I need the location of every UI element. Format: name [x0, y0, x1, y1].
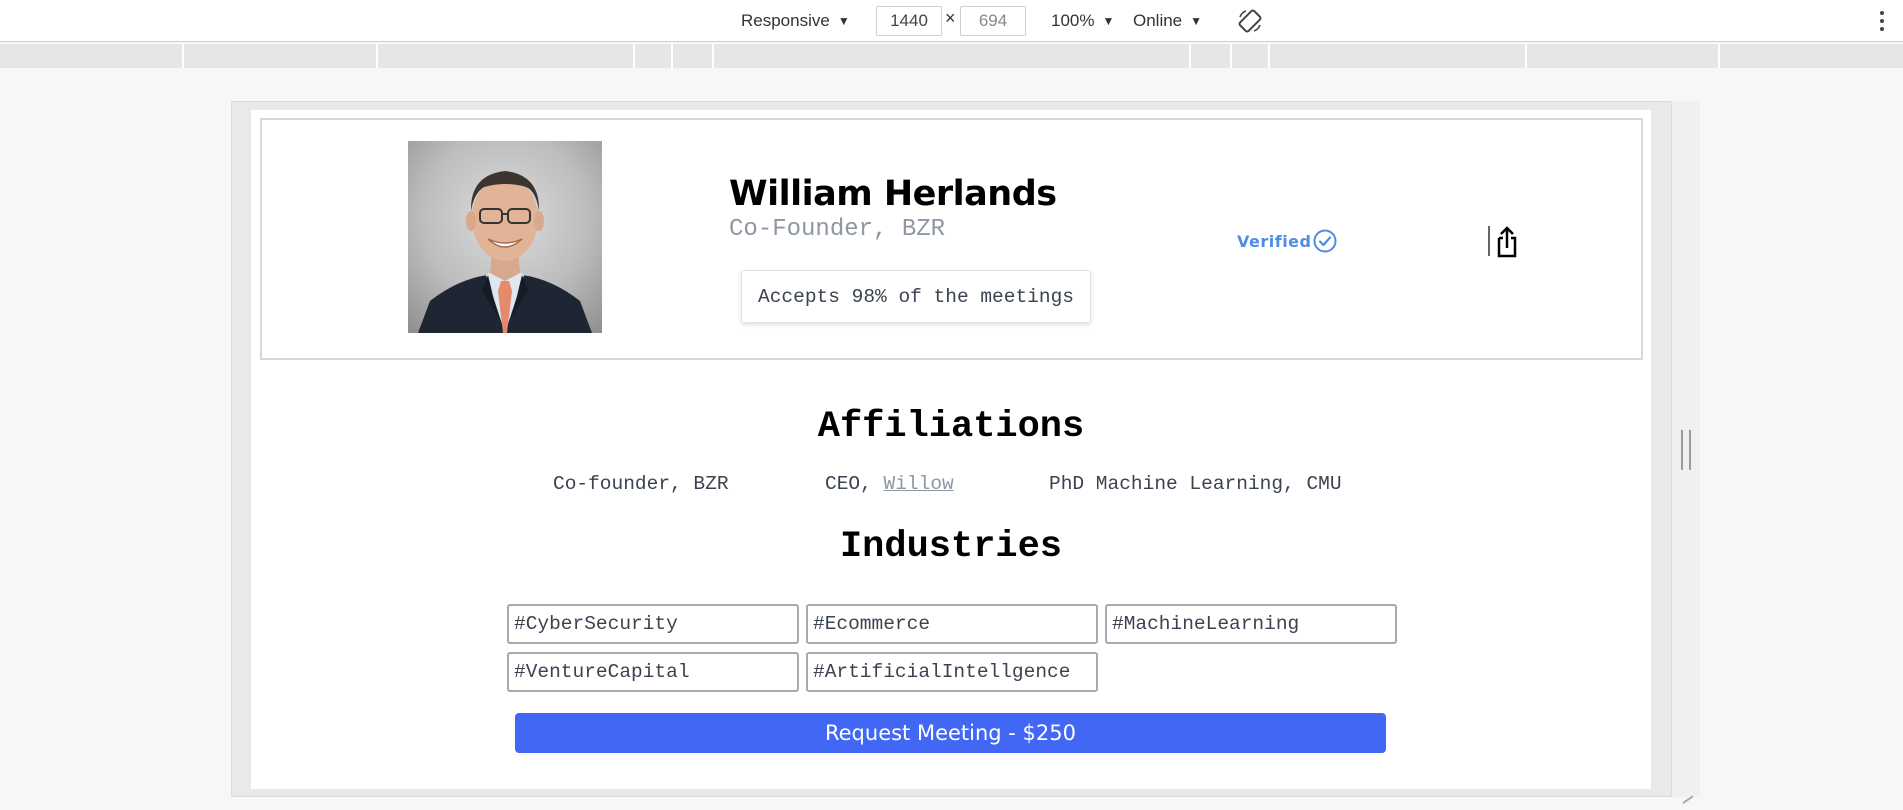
share-icon[interactable]	[1487, 224, 1519, 260]
media-query-segment[interactable]	[1525, 44, 1527, 68]
zoom-select[interactable]: 100% ▼	[1051, 8, 1114, 34]
height-input[interactable]: 694	[960, 6, 1026, 36]
rotate-device-icon[interactable]	[1237, 8, 1263, 34]
width-input[interactable]: 1440	[876, 6, 942, 36]
verified-label: Verified	[1237, 231, 1312, 251]
affiliation-item: PhD Machine Learning, CMU	[1049, 473, 1342, 495]
network-select[interactable]: Online ▼	[1133, 8, 1202, 34]
zoom-select-label: 100%	[1051, 11, 1095, 30]
industry-tag[interactable]: #VentureCapital	[507, 652, 799, 692]
profile-name: William Herlands	[729, 174, 1057, 214]
media-query-segment[interactable]	[633, 44, 635, 68]
profile-photo	[408, 141, 602, 333]
profile-card: William Herlands Co-Founder, BZR Accepts…	[260, 118, 1643, 360]
request-meeting-button[interactable]: Request Meeting - $250	[515, 713, 1386, 753]
page-viewport: William Herlands Co-Founder, BZR Accepts…	[251, 110, 1651, 789]
device-toolbar: Responsive ▼ 1440 × 694 100% ▼ Online ▼	[0, 0, 1903, 42]
media-query-segment[interactable]	[376, 44, 378, 68]
media-query-segment[interactable]	[1268, 44, 1270, 68]
media-query-segment[interactable]	[182, 44, 184, 68]
media-query-segment[interactable]	[671, 44, 673, 68]
corner-resize-handle[interactable]	[1682, 795, 1698, 810]
device-select[interactable]: Responsive ▼	[741, 8, 850, 34]
dimension-separator: ×	[945, 8, 956, 28]
device-select-label: Responsive	[741, 11, 830, 30]
affiliation-prefix: CEO,	[825, 473, 872, 495]
profile-role: Co-Founder, BZR	[729, 216, 946, 243]
affiliations-heading: Affiliations	[817, 406, 1085, 448]
media-query-segment[interactable]	[1230, 44, 1232, 68]
industries-heading: Industries	[839, 526, 1063, 568]
network-select-label: Online	[1133, 11, 1183, 30]
check-circle-icon	[1312, 228, 1338, 254]
media-query-segment[interactable]	[712, 44, 714, 68]
verified-badge: Verified	[1237, 228, 1338, 254]
willow-link[interactable]: Willow	[884, 473, 954, 495]
industry-tag[interactable]: #MachineLearning	[1105, 604, 1397, 644]
acceptance-rate-badge: Accepts 98% of the meetings	[741, 270, 1091, 323]
industry-tag[interactable]: #Ecommerce	[806, 604, 1098, 644]
industry-tag[interactable]: #ArtificialIntellgence	[806, 652, 1098, 692]
media-query-segment[interactable]	[1189, 44, 1191, 68]
affiliation-item: Co-founder, BZR	[553, 473, 729, 495]
resize-handle[interactable]	[1681, 430, 1691, 470]
dropdown-caret-icon: ▼	[1102, 14, 1115, 28]
dropdown-caret-icon: ▼	[837, 14, 850, 28]
affiliation-item: CEO, Willow	[825, 473, 954, 495]
dropdown-caret-icon: ▼	[1190, 14, 1203, 28]
industry-tag[interactable]: #CyberSecurity	[507, 604, 799, 644]
more-options-icon[interactable]	[1876, 8, 1888, 34]
media-query-segment[interactable]	[1718, 44, 1720, 68]
media-query-bar	[0, 44, 1903, 68]
